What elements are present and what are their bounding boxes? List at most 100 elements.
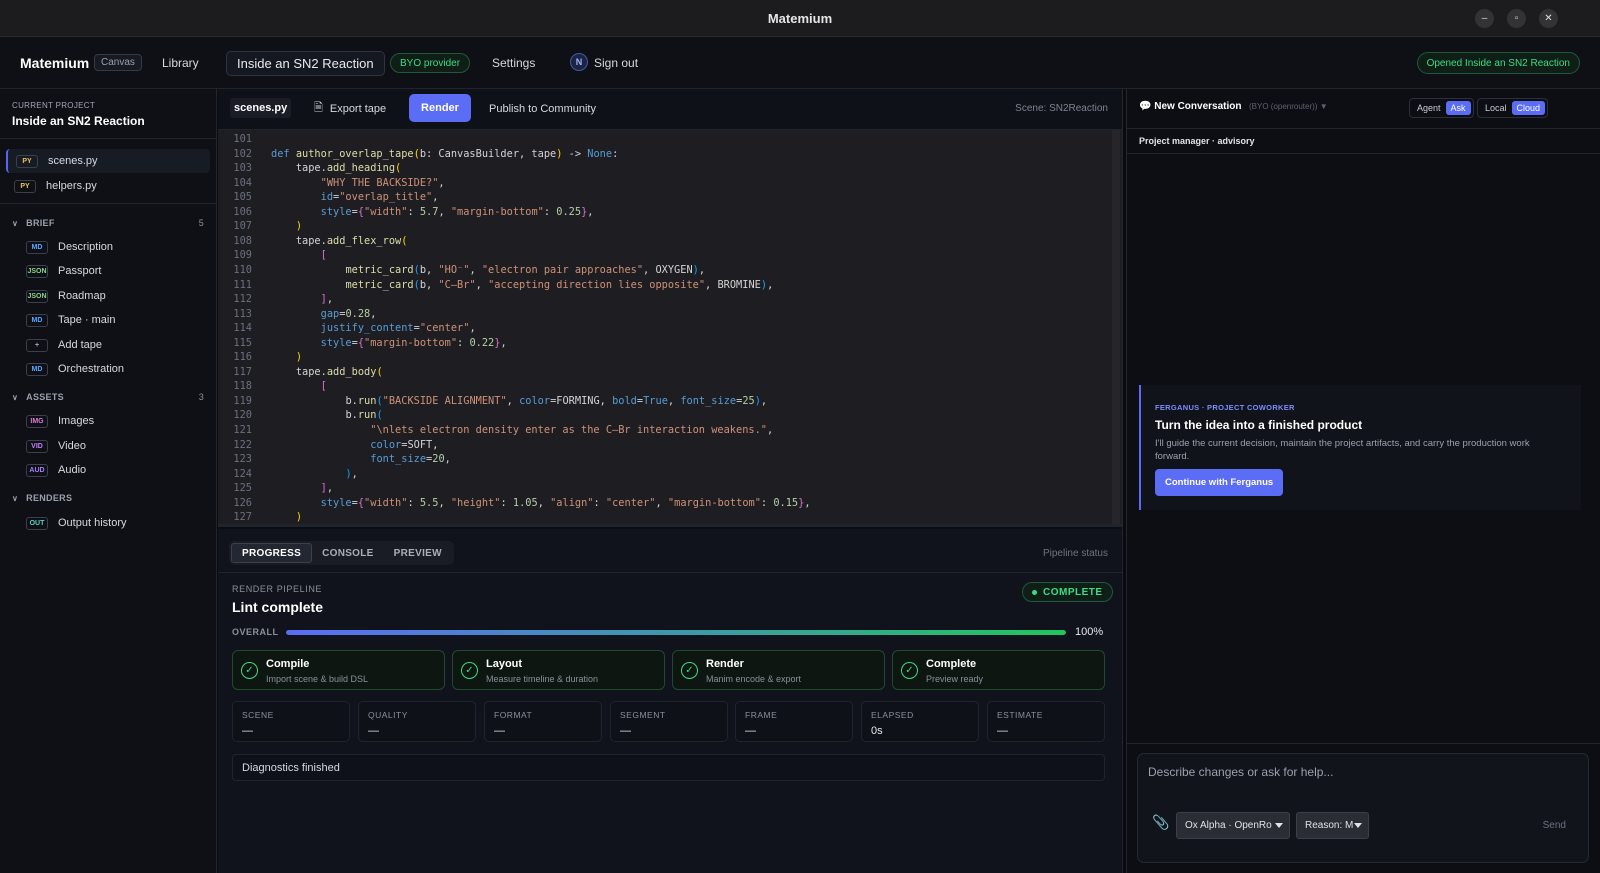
local-button[interactable]: Local bbox=[1480, 101, 1512, 115]
code-editor[interactable]: 101 102 def author_overlap_tape(b: CanvasB… bbox=[218, 130, 1122, 527]
line-number: 104 bbox=[233, 176, 252, 189]
byo-provider-badge[interactable]: BYO provider bbox=[390, 53, 471, 73]
code-line[interactable]: 125 ], bbox=[218, 481, 1098, 496]
sidebar-item-audio[interactable]: AUD Audio bbox=[20, 458, 210, 482]
line-number: 105 bbox=[233, 191, 252, 204]
sidebar-item-add-tape[interactable]: + Add tape bbox=[20, 333, 210, 357]
code-line[interactable]: 120 b.run( bbox=[218, 408, 1098, 423]
editor-filename-tab[interactable]: scenes.py bbox=[230, 98, 292, 118]
code-line[interactable]: 117 tape.add_body( bbox=[218, 365, 1098, 380]
ask-mode-button[interactable]: Ask bbox=[1445, 101, 1471, 115]
code-line[interactable]: 114 justify_content="center", bbox=[218, 321, 1098, 336]
code-line[interactable]: 116 ) bbox=[218, 350, 1098, 365]
provider-dropdown[interactable]: (BYO (openrouter)) ▼ bbox=[1249, 102, 1328, 111]
code-line[interactable]: 102 def author_overlap_tape(b: CanvasBuil… bbox=[218, 147, 1098, 162]
code-line[interactable]: 108 tape.add_flex_row( bbox=[218, 234, 1098, 249]
code-line[interactable]: 112 ], bbox=[218, 292, 1098, 307]
continue-button[interactable]: Continue with Ferganus bbox=[1155, 469, 1284, 496]
nav-library-link[interactable]: Library bbox=[162, 37, 199, 89]
line-number: 123 bbox=[233, 453, 252, 466]
avatar[interactable]: N bbox=[570, 53, 588, 71]
code-line[interactable]: 115 style={"margin-bottom": 0.22}, bbox=[218, 336, 1098, 351]
paperclip-icon[interactable]: 📎 bbox=[1152, 814, 1169, 831]
sidebar-item-label: Roadmap bbox=[58, 290, 106, 302]
code-text: style={"margin-bottom": 0.22}, bbox=[320, 336, 507, 349]
minimize-icon[interactable]: – bbox=[1475, 9, 1494, 28]
sidebar-item-tape-main[interactable]: MD Tape · main bbox=[20, 308, 210, 332]
code-text: ), bbox=[345, 467, 358, 480]
send-button[interactable]: Send bbox=[1543, 820, 1566, 831]
code-line[interactable]: 126 style={"width": 5.5, "height": 1.05,… bbox=[218, 496, 1098, 511]
tab-console[interactable]: CONSOLE bbox=[312, 543, 384, 563]
code-line[interactable]: 106 style={"width": 5.7, "margin-bottom"… bbox=[218, 205, 1098, 220]
metric-value: — bbox=[494, 725, 505, 737]
section-brief[interactable]: ∨ BRIEF 5 bbox=[12, 216, 204, 230]
sidebar-item-label: Images bbox=[58, 415, 95, 427]
project-chip[interactable]: Inside an SN2 Reaction bbox=[226, 51, 385, 76]
code-line[interactable]: 105 id="overlap_title", bbox=[218, 190, 1098, 205]
file-helpers-py[interactable]: PY helpers.py bbox=[6, 174, 210, 198]
markdown-file-icon: MD bbox=[26, 362, 48, 376]
chat-composer[interactable]: Describe changes or ask for help... 📎 Ox… bbox=[1137, 753, 1589, 863]
code-line[interactable]: 101 bbox=[218, 132, 1098, 147]
model-select-value: Ox Alpha · OpenRo bbox=[1185, 820, 1272, 831]
code-line[interactable]: 119 b.run("BACKSIDE ALIGNMENT", color=FO… bbox=[218, 394, 1098, 409]
new-conversation-button[interactable]: 💬 New Conversation bbox=[1139, 101, 1241, 112]
sign-out-link[interactable]: Sign out bbox=[594, 37, 638, 89]
section-assets[interactable]: ∨ ASSETS 3 bbox=[12, 390, 204, 404]
code-text: def author_overlap_tape(b: CanvasBuilder… bbox=[271, 147, 619, 160]
brand-logo[interactable]: Matemium bbox=[20, 37, 89, 89]
code-line[interactable]: 111 metric_card(b, "C–Br", "accepting di… bbox=[218, 278, 1098, 293]
model-select[interactable]: Ox Alpha · OpenRo bbox=[1176, 812, 1290, 839]
current-project-label: CURRENT PROJECT bbox=[12, 101, 96, 110]
cloud-button[interactable]: Cloud bbox=[1511, 101, 1546, 115]
file-scenes-py[interactable]: PY scenes.py bbox=[6, 149, 210, 173]
code-line[interactable]: 123 font_size=20, bbox=[218, 452, 1098, 467]
agent-mode-button[interactable]: Agent bbox=[1412, 101, 1446, 115]
sidebar-item-passport[interactable]: JSON Passport bbox=[20, 259, 210, 283]
video-icon: VID bbox=[26, 439, 48, 453]
sidebar-item-label: Video bbox=[58, 440, 86, 452]
sidebar-item-orchestration[interactable]: MD Orchestration bbox=[20, 357, 210, 381]
code-text: metric_card(b, "C–Br", "accepting direct… bbox=[345, 278, 774, 291]
code-line[interactable]: 113 gap=0.28, bbox=[218, 307, 1098, 322]
code-line[interactable]: 107 ) bbox=[218, 219, 1098, 234]
metric-label: ELAPSED bbox=[871, 710, 914, 720]
code-line[interactable]: 110 metric_card(b, "HO⁻", "electron pair… bbox=[218, 263, 1098, 278]
nav-settings-link[interactable]: Settings bbox=[492, 37, 535, 89]
tab-progress[interactable]: PROGRESS bbox=[231, 543, 313, 563]
code-line[interactable]: 104 "WHY THE BACKSIDE?", bbox=[218, 176, 1098, 191]
sidebar-item-output-history[interactable]: OUT Output history bbox=[20, 511, 210, 535]
sidebar-item-images[interactable]: IMG Images bbox=[20, 409, 210, 433]
sidebar-item-roadmap[interactable]: JSON Roadmap bbox=[20, 284, 210, 308]
line-number: 126 bbox=[233, 496, 252, 509]
reason-select[interactable]: Reason: M bbox=[1296, 812, 1369, 839]
sidebar-item-video[interactable]: VID Video bbox=[20, 434, 210, 458]
editor-scrollbar[interactable] bbox=[1112, 130, 1120, 524]
export-tape-button[interactable]: 🗎 Export tape bbox=[314, 89, 386, 128]
code-line[interactable]: 124 ), bbox=[218, 467, 1098, 482]
publish-button[interactable]: Publish to Community bbox=[489, 89, 596, 128]
sidebar-item-description[interactable]: MD Description bbox=[20, 235, 210, 259]
code-line[interactable]: 118 [ bbox=[218, 379, 1098, 394]
section-count: 3 bbox=[198, 392, 204, 402]
code-line[interactable]: 103 tape.add_heading( bbox=[218, 161, 1098, 176]
render-button[interactable]: Render bbox=[409, 94, 471, 122]
code-line[interactable]: 109 [ bbox=[218, 248, 1098, 263]
code-line[interactable]: 122 color=SOFT, bbox=[218, 438, 1098, 453]
code-line[interactable]: 121 "\nlets electron density enter as th… bbox=[218, 423, 1098, 438]
maximize-icon[interactable]: ▫ bbox=[1507, 9, 1526, 28]
markdown-file-icon: MD bbox=[26, 240, 48, 254]
close-icon[interactable]: ✕ bbox=[1539, 9, 1558, 28]
metric-value: 0s bbox=[871, 725, 883, 737]
tab-preview[interactable]: PREVIEW bbox=[384, 543, 452, 563]
code-text: ) bbox=[295, 511, 303, 524]
line-number: 118 bbox=[233, 380, 252, 393]
chat-header: 💬 New Conversation (BYO (openrouter)) ▼ … bbox=[1127, 89, 1600, 129]
section-renders[interactable]: ∨ RENDERS bbox=[12, 491, 204, 505]
chat-input[interactable]: Describe changes or ask for help... bbox=[1148, 765, 1333, 779]
stage-desc: Import scene & build DSL bbox=[266, 674, 369, 684]
line-number: 111 bbox=[233, 278, 252, 291]
code-line[interactable]: 127 ) bbox=[218, 510, 1098, 524]
code-text: b.run("BACKSIDE ALIGNMENT", color=FORMIN… bbox=[345, 394, 768, 407]
